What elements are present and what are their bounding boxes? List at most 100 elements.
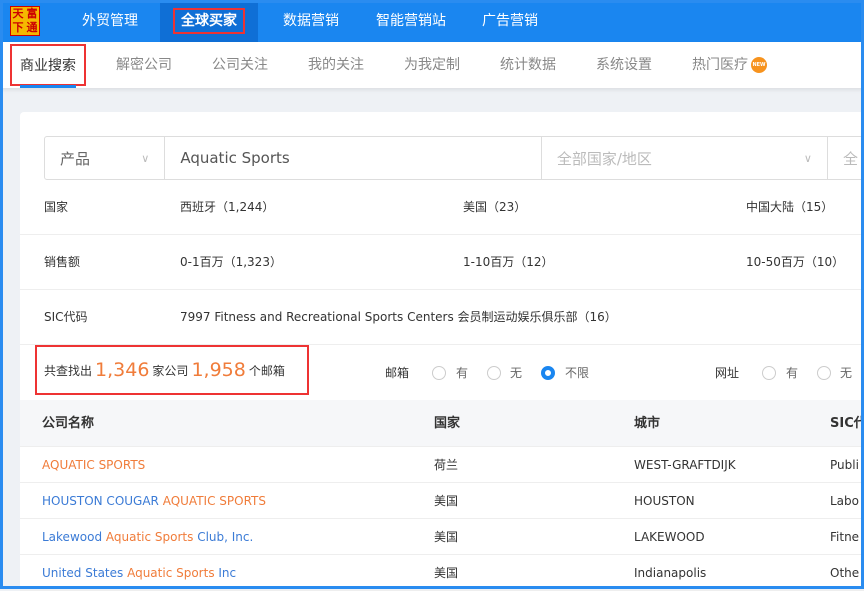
col-company: 公司名称 — [42, 416, 95, 431]
sub-nav: 商业搜索 解密公司 公司关注 我的关注 为我定制 统计数据 系统设置 热门医疗 N… — [0, 42, 864, 88]
new-badge-icon: NEW — [751, 57, 767, 73]
web-no-radio[interactable] — [817, 366, 831, 380]
tab-business-search[interactable]: 商业搜索 — [10, 44, 86, 88]
nav-smart-site[interactable]: 智能营销站 — [364, 0, 458, 42]
sic-cell: Fitne — [830, 530, 860, 544]
search-card: 产品 ∨ Aquatic Sports 全部国家/地区 ∨ 全 国家 西班牙（1,2… — [20, 112, 864, 591]
result-mid: 家公司 — [152, 363, 189, 378]
search-type-value: 产品 — [60, 149, 91, 168]
name-part: Lakewood — [42, 530, 106, 544]
filter-option[interactable]: 7997 Fitness and Recreational Sports Cen… — [180, 290, 617, 345]
table-row: Lakewood Aquatic Sports Club, Inc. 美国 LA… — [20, 519, 864, 555]
email-filter-label: 邮箱 — [385, 366, 410, 380]
tab-decrypt-company[interactable]: 解密公司 — [116, 42, 172, 88]
country-cell: 美国 — [434, 530, 459, 544]
filter-sales: 销售额 0-1百万（1,323） 1-10百万（12） 10-50百万（10） — [20, 235, 864, 290]
logo[interactable]: 天富下通 — [10, 6, 40, 36]
nav-foreign-trade[interactable]: 外贸管理 — [70, 0, 150, 42]
nav-ads[interactable]: 广告营销 — [470, 0, 550, 42]
city-cell: LAKEWOOD — [634, 530, 705, 544]
city-cell: HOUSTON — [634, 494, 695, 508]
filter-option[interactable]: 中国大陆（15） — [746, 180, 833, 235]
country-placeholder: 全部国家/地区 — [556, 149, 652, 168]
search-type-select[interactable]: 产品 ∨ — [45, 137, 166, 179]
logo-char: 通 — [26, 21, 38, 34]
nav-label: 全球买家 — [173, 8, 245, 34]
country-cell: 荷兰 — [434, 458, 459, 472]
result-prefix: 共查找出 — [44, 363, 93, 378]
filter-option[interactable]: 西班牙（1,244） — [180, 180, 274, 235]
filter-option[interactable]: 0-1百万（1,323） — [180, 235, 282, 290]
email-any-radio[interactable] — [541, 366, 555, 380]
tab-statistics[interactable]: 统计数据 — [500, 42, 556, 88]
company-name-link[interactable]: Lakewood Aquatic Sports Club, Inc. — [42, 519, 253, 555]
search-bar: 产品 ∨ Aquatic Sports 全部国家/地区 ∨ 全 — [44, 136, 864, 180]
tab-settings[interactable]: 系统设置 — [596, 42, 652, 88]
name-part: HOUSTON COUGAR — [42, 494, 163, 508]
radio-label: 有 — [786, 366, 799, 380]
search-input[interactable]: Aquatic Sports — [165, 137, 542, 179]
company-count: 1,346 — [95, 359, 150, 381]
filter-country: 国家 西班牙（1,244） 美国（23） 中国大陆（15） — [20, 180, 864, 235]
filter-option[interactable]: 美国（23） — [463, 180, 526, 235]
chevron-down-icon: ∨ — [141, 151, 150, 165]
nav-global-buyers[interactable]: 全球买家 — [160, 0, 258, 42]
filter-sic: SIC代码 7997 Fitness and Recreational Spor… — [20, 290, 864, 345]
filter-option[interactable]: 10-50百万（10） — [746, 235, 844, 290]
city-cell: WEST-GRAFTDIJK — [634, 458, 736, 472]
filter-option[interactable]: 1-10百万（12） — [463, 235, 554, 290]
name-highlight: AQUATIC SPORTS — [162, 494, 266, 508]
country-cell: 美国 — [434, 566, 459, 580]
search-query: Aquatic Sports — [180, 149, 290, 167]
name-part: United States — [42, 566, 128, 580]
country-select[interactable]: 全部国家/地区 ∨ — [542, 137, 828, 179]
next-select[interactable]: 全 — [828, 137, 864, 179]
logo-char: 下 — [12, 21, 24, 34]
col-sic: SIC代 — [830, 416, 864, 431]
email-count: 1,958 — [191, 359, 246, 381]
name-part: Inc — [214, 566, 237, 580]
next-select-value: 全 — [842, 149, 858, 168]
table-row: AQUATIC SPORTS 荷兰 WEST-GRAFTDIJK Publi — [20, 447, 864, 483]
logo-char: 富 — [26, 7, 38, 20]
city-cell: Indianapolis — [634, 566, 707, 580]
result-suffix: 个邮箱 — [248, 363, 285, 378]
radio-label: 有 — [456, 366, 469, 380]
table-header: 公司名称 国家 城市 SIC代 — [20, 400, 864, 447]
web-filter-label: 网址 — [715, 366, 740, 380]
tab-my-follow[interactable]: 我的关注 — [308, 42, 364, 88]
radio-label: 无 — [840, 366, 853, 380]
email-yes-radio[interactable] — [432, 366, 446, 380]
company-name-link[interactable]: United States Aquatic Sports Inc — [42, 555, 236, 591]
name-part: Club, Inc. — [193, 530, 254, 544]
radio-label: 无 — [510, 366, 523, 380]
top-nav: 天富下通 外贸管理 全球买家 数据营销 智能营销站 广告营销 — [0, 0, 864, 42]
web-yes-radio[interactable] — [762, 366, 776, 380]
tab-custom[interactable]: 为我定制 — [404, 42, 460, 88]
logo-char: 天 — [12, 7, 24, 20]
company-name-link[interactable]: HOUSTON COUGAR AQUATIC SPORTS — [42, 483, 266, 519]
filter-label: 销售额 — [44, 255, 81, 269]
name-highlight: Aquatic Sports — [105, 530, 194, 544]
tab-company-follow[interactable]: 公司关注 — [212, 42, 268, 88]
sic-cell: Publi — [830, 458, 859, 472]
company-name-link[interactable]: AQUATIC SPORTS — [42, 447, 145, 483]
country-cell: 美国 — [434, 494, 459, 508]
sic-cell: Othe — [830, 566, 860, 580]
result-bar: 共查找出 1,346 家公司 1,958 个邮箱 邮箱 有 无 不限 网址 有 … — [20, 345, 864, 400]
col-city: 城市 — [634, 416, 661, 431]
col-country: 国家 — [434, 416, 461, 431]
filter-label: SIC代码 — [44, 310, 88, 324]
name-highlight: AQUATIC SPORTS — [42, 458, 146, 472]
name-highlight: Aquatic Sports — [127, 566, 215, 580]
nav-data-marketing[interactable]: 数据营销 — [271, 0, 351, 42]
table-row: HOUSTON COUGAR AQUATIC SPORTS 美国 HOUSTON… — [20, 483, 864, 519]
tab-label: 热门医疗 — [692, 57, 748, 73]
radio-label: 不限 — [565, 366, 590, 380]
result-summary: 共查找出 1,346 家公司 1,958 个邮箱 — [35, 345, 309, 395]
sic-cell: Labo — [830, 494, 859, 508]
email-no-radio[interactable] — [487, 366, 501, 380]
chevron-down-icon: ∨ — [803, 151, 812, 165]
table-row: United States Aquatic Sports Inc 美国 Indi… — [20, 555, 864, 591]
tab-hot-medical[interactable]: 热门医疗 NEW — [692, 42, 767, 88]
